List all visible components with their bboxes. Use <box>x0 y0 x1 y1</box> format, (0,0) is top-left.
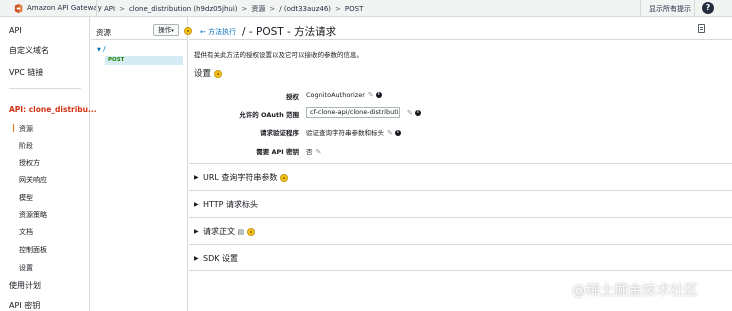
section-title: 请求正文 <box>203 227 235 236</box>
pencil-icon[interactable]: ✎ <box>387 129 393 137</box>
documentation-icon[interactable]: ▤ <box>238 228 245 236</box>
api-key-required-value: 否 ✎ <box>306 146 321 156</box>
settings-heading: 设置 <box>194 67 222 79</box>
section-label: URL 查询字符串参数 <box>203 172 288 183</box>
actions-dropdown-button[interactable]: 操作▾ <box>153 24 179 36</box>
nav-item-api[interactable]: API <box>9 26 22 35</box>
nav-current-api[interactable]: API: clone_distribu... <box>9 105 97 114</box>
divider <box>91 39 187 40</box>
show-hints-link[interactable]: 显示所有提示 <box>649 4 691 14</box>
section-url-query-parameters[interactable]: ▶ URL 查询字符串参数 <box>189 163 732 190</box>
tree-node-post-method[interactable]: POST <box>105 56 183 65</box>
divider <box>189 39 732 40</box>
resource-pane: 资源 操作▾ ▼ / POST <box>91 17 192 311</box>
section-label: 请求正文 ▤ <box>203 226 255 237</box>
breadcrumb-api[interactable]: API <box>104 5 115 13</box>
help-info-icon[interactable] <box>279 173 288 182</box>
request-validator-label: 请求验证程序 <box>260 129 299 137</box>
caret-down-icon: ▾ <box>171 28 174 34</box>
nav-item-documentation[interactable]: 文档 <box>19 227 33 237</box>
page-description: 提供有关此方法的授权设置以及它可以接收的参数的信息。 <box>194 51 363 59</box>
section-sdk-settings[interactable]: ▶ SDK 设置 <box>189 244 732 271</box>
breadcrumb-separator: > <box>269 5 276 13</box>
expand-triangle-icon[interactable]: ▶ <box>194 228 199 235</box>
pencil-icon[interactable]: ✎ <box>316 148 322 156</box>
breadcrumb-separator: > <box>119 5 125 13</box>
divider <box>96 0 97 17</box>
api-key-required-value-text: 否 <box>306 148 313 156</box>
request-validator-value-text: 验证查询字符串参数和标头 <box>306 129 384 137</box>
pencil-icon[interactable]: ✎ <box>407 109 413 117</box>
breadcrumb-resources[interactable]: 资源 <box>251 5 265 13</box>
info-icon[interactable]: i <box>414 110 421 116</box>
nav-item-api-keys[interactable]: API 密钥 <box>9 300 40 311</box>
page-title: / - POST - 方法请求 <box>242 26 337 38</box>
pencil-icon[interactable]: ✎ <box>368 91 374 99</box>
api-key-required-label: 需要 API 密钥 <box>256 148 299 156</box>
divider <box>640 0 641 17</box>
breadcrumb-separator: > <box>241 5 248 13</box>
nav-item-authorizers[interactable]: 授权方 <box>19 158 40 168</box>
breadcrumb-separator: > <box>335 5 341 13</box>
tree-node-root[interactable]: ▼ / <box>97 45 105 53</box>
help-info-icon[interactable] <box>246 227 255 236</box>
nav-item-custom-domains[interactable]: 自定义域名 <box>9 45 49 56</box>
collapse-triangle-icon[interactable]: ▼ <box>97 47 101 53</box>
nav-item-models[interactable]: 模型 <box>19 193 33 203</box>
nav-item-stages[interactable]: 阶段 <box>19 141 33 151</box>
breadcrumb-method: POST <box>344 5 364 13</box>
tree-root-label: / <box>103 45 106 53</box>
nav-item-usage-plans[interactable]: 使用计划 <box>9 280 41 291</box>
active-indicator <box>13 124 14 132</box>
back-arrow-icon: ← <box>200 28 206 36</box>
actions-label: 操作 <box>158 26 172 34</box>
back-to-method-execution[interactable]: ← 方法执行 <box>200 27 236 37</box>
section-title: HTTP 请求标头 <box>203 200 259 209</box>
authorization-value-text: CognitoAuthorizer <box>306 91 365 99</box>
main-content: ← 方法执行 / - POST - 方法请求 提供有关此方法的授权设置以及它可以… <box>189 17 732 311</box>
request-validator-value: 验证查询字符串参数和标头 ✎ i <box>306 127 401 137</box>
section-title: URL 查询字符串参数 <box>203 173 278 182</box>
nav-item-dashboard[interactable]: 控制面板 <box>19 245 47 255</box>
oauth-scopes-field[interactable]: cf-clone-api/clone-distribution <box>306 107 400 118</box>
info-icon[interactable]: i <box>375 92 382 98</box>
authorization-value: CognitoAuthorizer ✎ i <box>306 91 382 99</box>
oauth-scopes-label: 允许的 OAuth 范围 <box>239 111 299 119</box>
documentation-icon[interactable] <box>698 24 705 33</box>
oauth-scopes-actions: ✎ i <box>404 109 421 117</box>
expand-triangle-icon[interactable]: ▶ <box>194 201 199 208</box>
section-title: SDK 设置 <box>203 254 239 263</box>
expand-triangle-icon[interactable]: ▶ <box>194 174 199 181</box>
back-link-label: 方法执行 <box>208 28 237 36</box>
breadcrumb-api-name[interactable]: clone_distribution (h9dz05jhui) <box>129 5 238 13</box>
section-http-headers[interactable]: ▶ HTTP 请求标头 <box>189 190 732 217</box>
nav-item-vpc-links[interactable]: VPC 链接 <box>9 67 43 78</box>
nav-item-settings[interactable]: 设置 <box>19 263 33 273</box>
section-request-body[interactable]: ▶ 请求正文 ▤ <box>189 217 732 244</box>
brand-name[interactable]: Amazon API Gateway <box>27 4 102 12</box>
left-navigation: API 自定义域名 VPC 链接 API: clone_distribu... … <box>0 17 97 311</box>
nav-item-gateway-responses[interactable]: 网关响应 <box>19 175 47 185</box>
nav-item-resource-policy[interactable]: 资源策略 <box>19 210 47 220</box>
info-icon[interactable]: i <box>394 130 401 136</box>
nav-divider <box>9 88 81 89</box>
expand-triangle-icon[interactable]: ▶ <box>194 255 199 262</box>
authorization-label: 授权 <box>286 93 299 101</box>
help-icon[interactable]: ? <box>702 2 714 14</box>
settings-heading-label: 设置 <box>194 69 212 79</box>
divider <box>694 0 695 17</box>
help-info-icon[interactable] <box>213 69 222 78</box>
resources-title: 资源 <box>96 28 111 37</box>
top-bar: Amazon API Gateway API > clone_distributio… <box>0 0 732 17</box>
watermark: @稀土掘金技术社区 <box>572 283 698 299</box>
api-gateway-logo-icon <box>14 3 23 14</box>
breadcrumb-resource-path[interactable]: / (odt33auz46) <box>279 5 331 13</box>
breadcrumb: API > clone_distribution (h9dz05jhui) > 资源 > /… <box>104 4 363 14</box>
nav-item-resources[interactable]: 资源 <box>19 124 33 134</box>
